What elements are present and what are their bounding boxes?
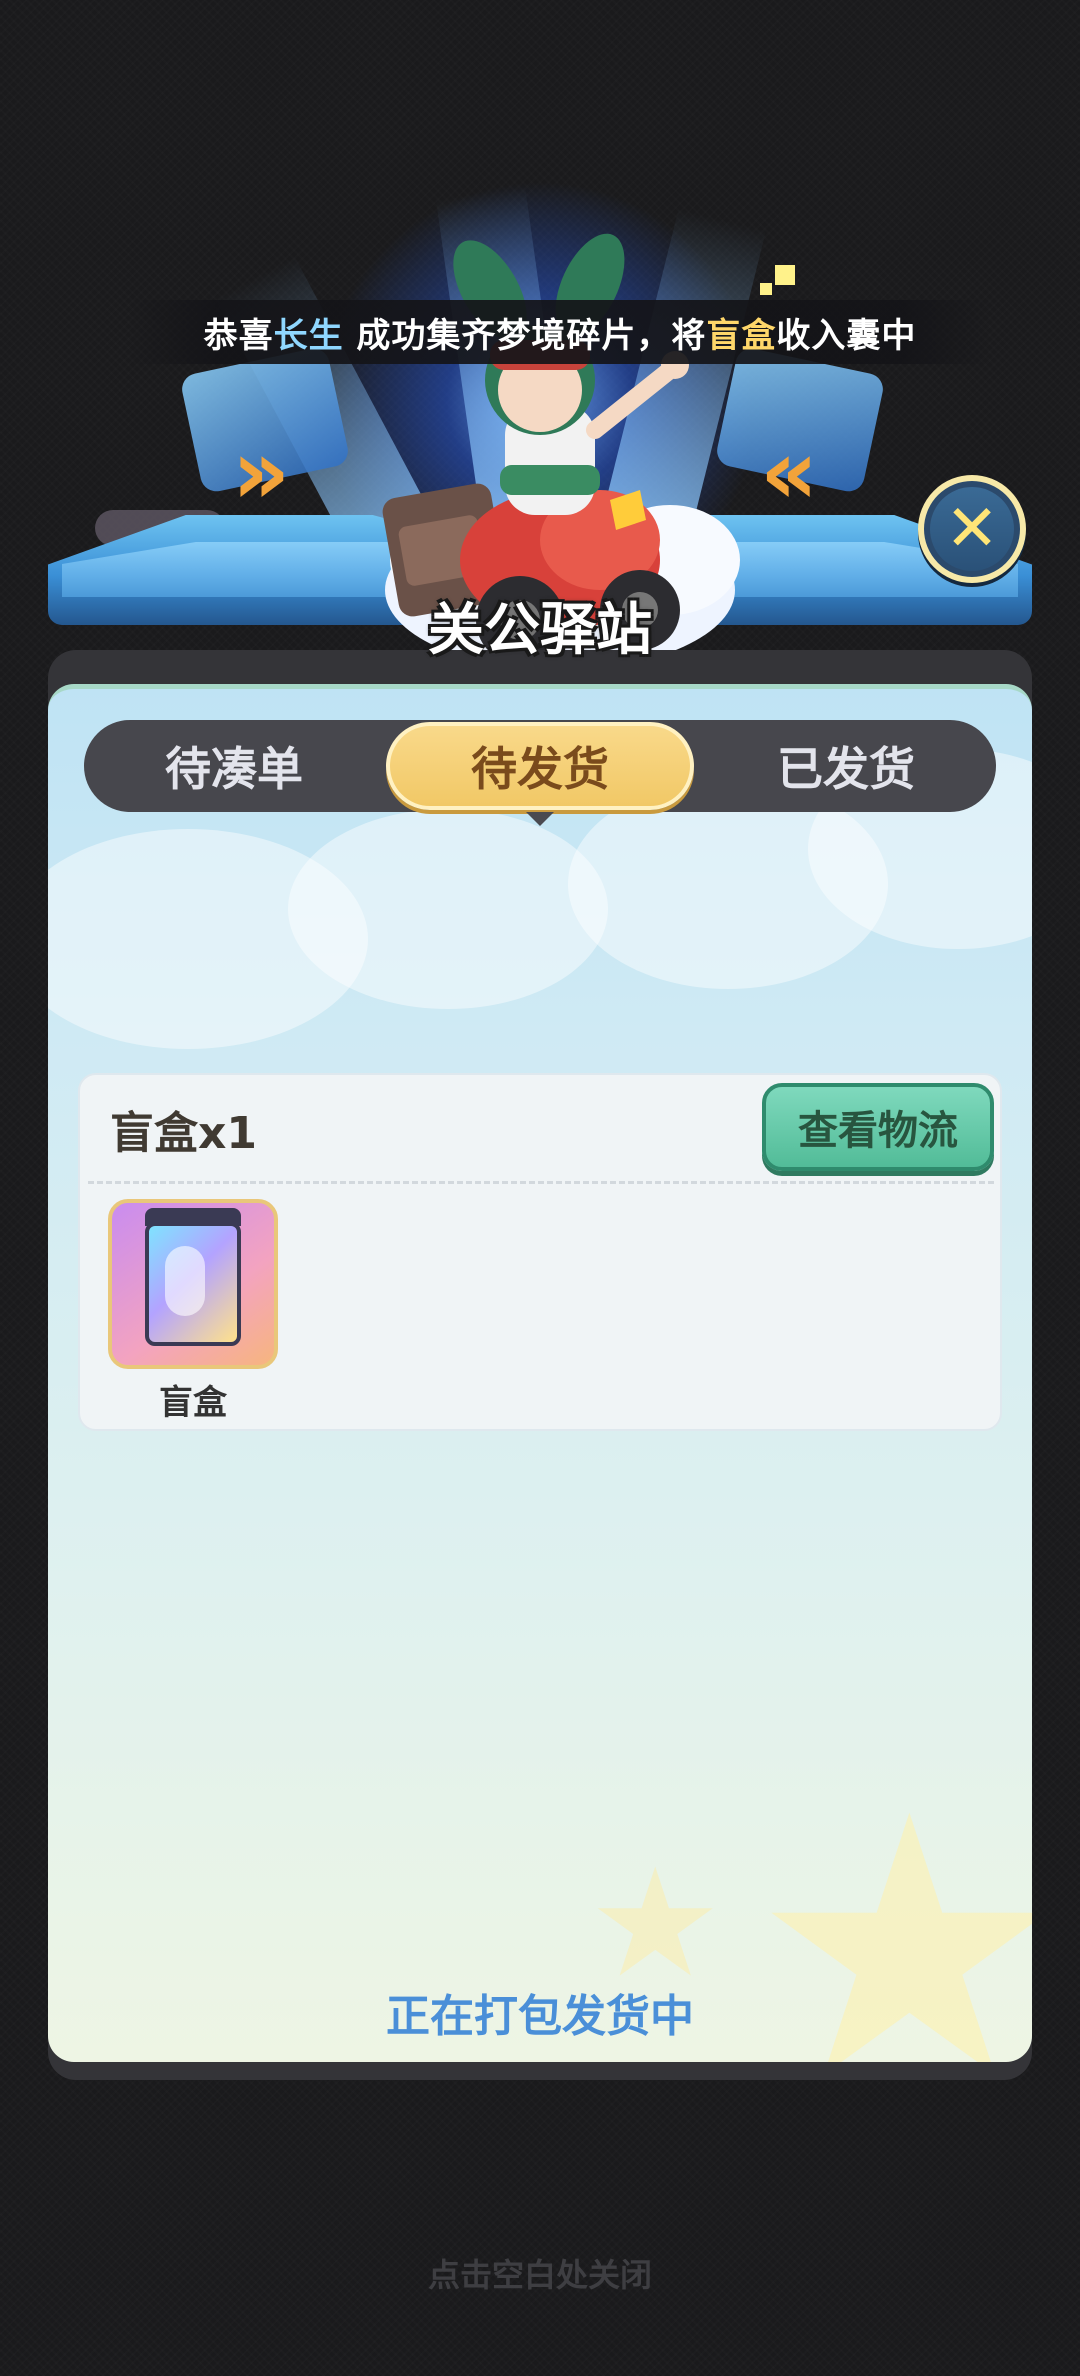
shipping-status: 正在打包发货中	[386, 1991, 694, 2042]
close-button[interactable]: ✕	[918, 475, 1026, 583]
tab-bar: 待凑单 待发货 已发货	[84, 720, 996, 826]
tab-pending-shipment[interactable]: 待发货	[386, 722, 694, 826]
chevron-left-icon: »	[232, 420, 291, 525]
reward-item-name: 盲盒	[706, 315, 777, 356]
tap-to-close-hint[interactable]: 点击空白处关闭	[0, 2250, 1080, 2296]
sparkle	[760, 283, 772, 295]
close-icon: ✕	[930, 487, 1014, 571]
congrats-prefix: 恭喜	[203, 315, 274, 356]
star-decor: ★	[588, 1837, 723, 2011]
chevron-right-icon: «	[760, 420, 819, 525]
congrats-ribbon: 恭喜长生 成功集齐梦境碎片，将盲盒收入囊中	[130, 300, 990, 364]
tab-shipped[interactable]: 已发货	[696, 720, 996, 812]
blind-box-icon	[145, 1208, 241, 1346]
order-title: 盲盒x1	[110, 1108, 257, 1159]
order-item-tile[interactable]	[108, 1199, 278, 1369]
cloud-decor	[288, 809, 608, 1009]
divider	[88, 1181, 994, 1184]
sparkle	[775, 265, 795, 285]
panel-title: 关公驿站	[428, 598, 652, 663]
order-item-label: 盲盒	[159, 1383, 227, 1423]
player-name: 长生	[273, 315, 344, 356]
view-logistics-button[interactable]: 查看物流	[762, 1083, 994, 1171]
congrats-middle: 成功集齐梦境碎片，将	[343, 315, 707, 356]
congrats-suffix: 收入囊中	[776, 315, 917, 356]
order-card: 盲盒x1 查看物流 盲盒	[78, 1073, 1002, 1431]
congrats-text: 恭喜长生 成功集齐梦境碎片，将盲盒收入囊中	[204, 308, 917, 357]
tab-pending-bundle[interactable]: 待凑单	[84, 720, 384, 812]
